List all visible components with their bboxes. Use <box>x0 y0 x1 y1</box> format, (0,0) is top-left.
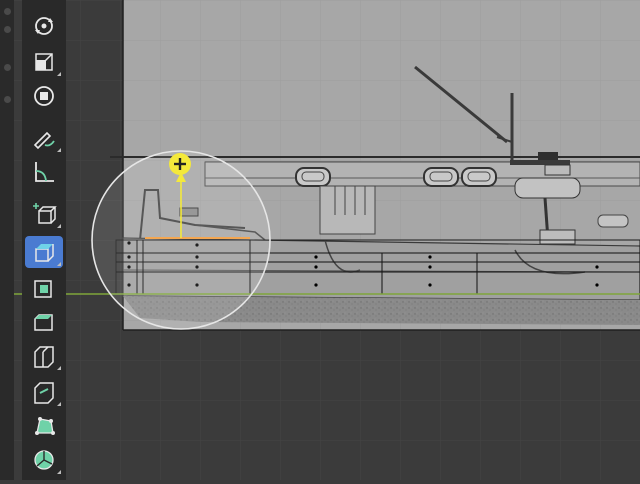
viewport-canvas[interactable] <box>0 0 640 480</box>
tool-loop-cut[interactable] <box>25 340 63 372</box>
3d-viewport[interactable] <box>0 0 640 480</box>
tool-extrude-region[interactable] <box>25 236 63 268</box>
tool-shelf <box>0 0 68 480</box>
loop-cut-icon <box>34 346 54 368</box>
measure-icon <box>35 162 54 182</box>
annotate-icon <box>33 131 55 150</box>
tool-add-cube[interactable] <box>25 198 63 230</box>
bevel-icon <box>34 314 53 331</box>
inset-icon <box>34 280 52 298</box>
tool-transform-pivot[interactable] <box>25 10 63 42</box>
extrude-icon <box>35 244 54 262</box>
knife-icon <box>34 382 54 404</box>
tool-inset-faces[interactable] <box>25 272 63 304</box>
tool-poly-build[interactable] <box>25 410 63 442</box>
tool-scale[interactable] <box>25 46 63 78</box>
extrude-gizmo[interactable] <box>91 150 271 330</box>
tool-measure[interactable] <box>25 156 63 188</box>
scale-icon <box>35 53 53 71</box>
tool-annotate[interactable] <box>25 122 63 154</box>
transform-icon <box>34 86 54 106</box>
tool-transform[interactable] <box>25 80 63 112</box>
spin-icon <box>34 450 54 470</box>
tool-knife[interactable] <box>25 376 63 408</box>
tool-spin[interactable] <box>25 444 63 476</box>
poly-build-icon <box>35 417 55 435</box>
rotate-icon <box>35 17 53 35</box>
left-strip <box>0 0 14 480</box>
add-cube-icon <box>33 203 57 224</box>
tool-bevel[interactable] <box>25 306 63 338</box>
